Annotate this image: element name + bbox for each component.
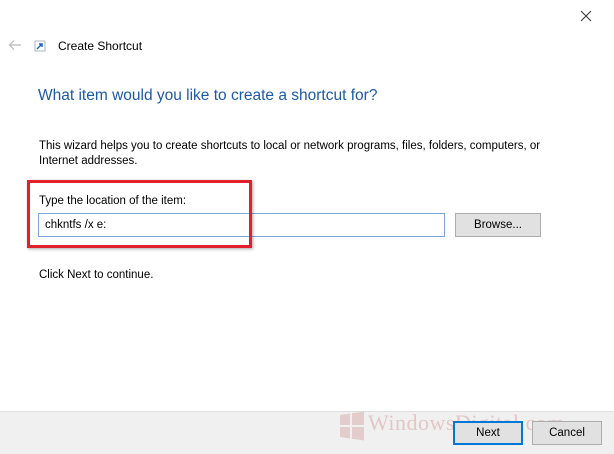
next-button[interactable]: Next [453,421,523,445]
page-heading: What item would you like to create a sho… [38,87,378,104]
close-button[interactable] [558,0,614,32]
wizard-description: This wizard helps you to create shortcut… [39,140,541,167]
back-button[interactable] [4,34,26,56]
back-arrow-icon [8,40,21,50]
shortcut-wizard-icon [34,40,46,52]
location-input[interactable] [38,213,445,237]
location-label: Type the location of the item: [39,195,187,207]
continue-instruction: Click Next to continue. [39,269,154,281]
close-icon [580,10,592,22]
browse-button[interactable]: Browse... [455,213,541,237]
cancel-button[interactable]: Cancel [532,421,602,445]
wizard-title: Create Shortcut [58,39,143,53]
windows-logo-watermark-icon [340,411,364,441]
